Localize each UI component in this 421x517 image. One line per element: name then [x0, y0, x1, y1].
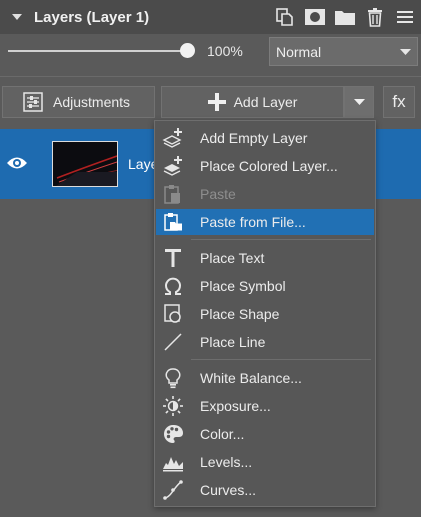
place-colored-layer-icon: [162, 155, 184, 177]
fx-label: fx: [392, 92, 406, 111]
menu-item-label: Place Line: [200, 334, 266, 350]
add-layer-dropdown-button[interactable]: [344, 86, 374, 118]
menu-item-add-empty-layer[interactable]: Add Empty Layer: [156, 125, 374, 151]
paste-from-file-icon: [162, 211, 184, 233]
paste-icon: [162, 183, 184, 205]
menu-item-label: Color...: [200, 426, 245, 442]
header-toolbar: [273, 5, 417, 29]
menu-item-label: Add Empty Layer: [200, 130, 308, 146]
menu-icon[interactable]: [393, 5, 417, 29]
menu-item-label: White Balance...: [200, 370, 302, 386]
panel-title: Layers (Layer 1): [34, 8, 150, 26]
divider: [0, 76, 421, 77]
collapse-arrow-icon[interactable]: [12, 12, 22, 22]
menu-item-label: Place Colored Layer...: [200, 158, 338, 174]
menu-item-label: Paste from File...: [200, 214, 306, 230]
menu-item-place-symbol[interactable]: Place Symbol: [156, 273, 374, 299]
menu-item-color[interactable]: Color...: [156, 421, 374, 447]
add-layer-label: Add Layer: [233, 94, 298, 110]
chevron-down-icon: [353, 98, 365, 105]
shape-icon: [162, 303, 184, 325]
adjustments-button[interactable]: Adjustments: [2, 86, 155, 118]
opacity-value: 100%: [207, 43, 243, 59]
menu-item-label: Levels...: [200, 454, 253, 470]
menu-item-curves[interactable]: Curves...: [156, 477, 374, 503]
menu-item-white-balance[interactable]: White Balance...: [156, 365, 374, 391]
menu-item-place-colored-layer[interactable]: Place Colored Layer...: [156, 153, 374, 179]
palette-icon: [162, 423, 184, 445]
menu-item-exposure[interactable]: Exposure...: [156, 393, 374, 419]
text-icon: [162, 247, 184, 269]
chevron-down-icon: [400, 49, 411, 55]
histogram-icon: [162, 451, 184, 473]
menu-item-label: Curves...: [200, 482, 257, 498]
menu-item-label: Exposure...: [200, 398, 271, 414]
panel-header: Layers (Layer 1): [0, 0, 421, 34]
adjustments-label: Adjustments: [53, 94, 131, 110]
duplicate-layer-icon[interactable]: [273, 5, 297, 29]
trash-icon[interactable]: [363, 5, 387, 29]
line-icon: [162, 331, 184, 353]
layer-thumbnail: [52, 141, 118, 187]
omega-icon: [162, 275, 184, 297]
menu-separator: [191, 239, 371, 240]
menu-item-place-line[interactable]: Place Line: [156, 329, 374, 355]
menu-item-paste-from-file[interactable]: Paste from File...: [156, 209, 374, 235]
menu-item-place-text[interactable]: Place Text: [156, 245, 374, 271]
folder-icon[interactable]: [333, 5, 357, 29]
menu-item-levels[interactable]: Levels...: [156, 449, 374, 475]
blend-mode-select[interactable]: Normal: [269, 37, 418, 66]
menu-item-label: Place Text: [200, 250, 265, 266]
eye-icon[interactable]: [6, 155, 28, 171]
sun-icon: [162, 395, 184, 417]
add-layer-menu: Add Empty Layer Place Colored Layer... P…: [154, 120, 376, 507]
effects-button[interactable]: fx: [383, 86, 415, 118]
menu-item-paste: Paste: [156, 181, 374, 207]
add-empty-layer-icon: [162, 127, 184, 149]
blend-mode-value: Normal: [276, 43, 322, 60]
menu-item-label: Place Symbol: [200, 278, 286, 294]
plus-icon: [207, 93, 226, 111]
menu-item-label: Paste: [200, 186, 236, 202]
opacity-slider-track[interactable]: [8, 50, 186, 52]
menu-item-label: Place Shape: [200, 306, 280, 322]
mask-icon[interactable]: [303, 5, 327, 29]
curve-icon: [162, 479, 184, 501]
bulb-icon: [162, 367, 184, 389]
menu-separator: [191, 359, 371, 360]
adjustments-icon: [23, 92, 43, 112]
opacity-slider-thumb[interactable]: [180, 43, 195, 58]
add-layer-button[interactable]: Add Layer: [161, 86, 344, 118]
menu-item-place-shape[interactable]: Place Shape: [156, 301, 374, 327]
